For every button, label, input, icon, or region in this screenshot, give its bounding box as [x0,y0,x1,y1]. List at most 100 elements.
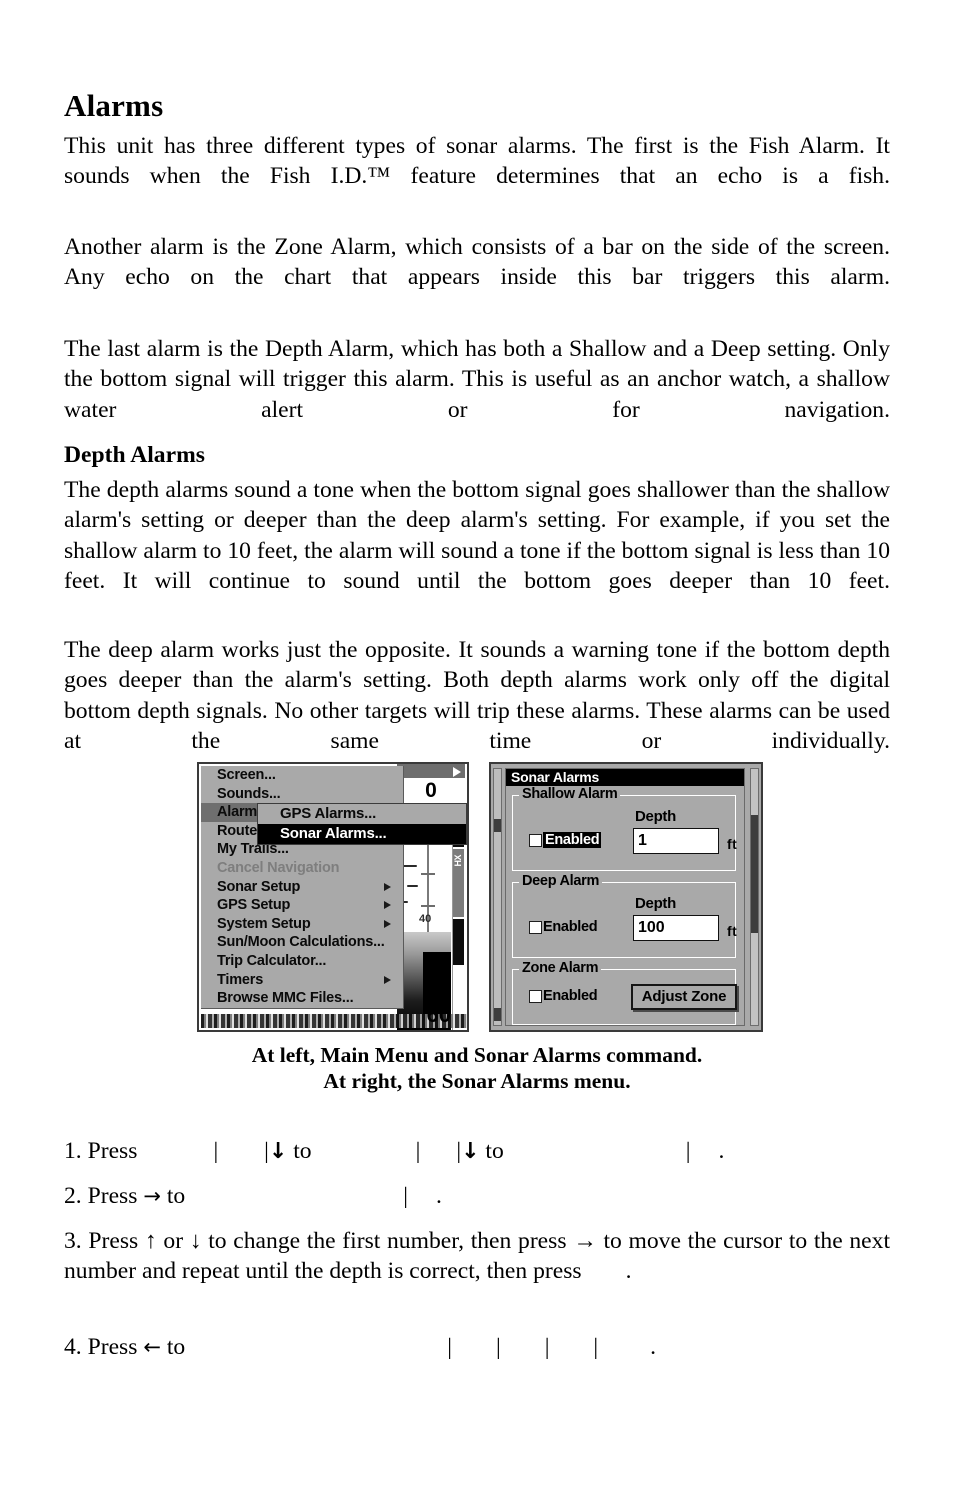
deep-alarm-group-label: Deep Alarm [519,873,603,889]
section-subheading: Depth Alarms [64,442,205,468]
step-4-pipe-2: | [495,1334,501,1360]
step-4-pipe-1: | [447,1334,452,1360]
play-triangle-icon [453,767,461,777]
scrollbar-thumb[interactable] [751,815,758,933]
submenu-item-sonar-alarms[interactable]: Sonar Alarms... [258,824,466,844]
menu-item-system-setup[interactable]: System Setup [201,915,403,934]
submenu-item-label: Sonar Alarms... [280,825,387,842]
step-1-to-2: to [485,1138,504,1164]
caption-line-2: At right, the Sonar Alarms menu. [323,1069,631,1093]
menu-item-browse-mmc-files[interactable]: Browse MMC Files... [201,989,403,1008]
shallow-depth-unit: ft [727,836,738,852]
menu-item-sounds[interactable]: Sounds... [201,785,403,804]
left-rail-knob[interactable] [494,819,501,832]
sonar-depth-reading: 0 [397,778,465,805]
scale-label-40: 40 [419,913,432,925]
right-screenshot-sonar-alarms: Sonar Alarms Shallow Alarm Depth Enabled… [489,762,763,1032]
shallow-depth-caption: Depth [635,808,676,825]
zone-enabled-checkbox-row[interactable]: Enabled [529,988,598,1004]
arrow-down-icon: ↓ [461,1139,480,1164]
step-2-period: . [435,1183,442,1209]
paragraph-4: The depth alarms sound a tone when the b… [64,477,890,594]
caption-line-1: At left, Main Menu and Sonar Alarms comm… [251,1043,703,1067]
menu-item-label: System Setup [217,915,311,932]
chevron-right-icon [384,975,391,984]
sonar-alarms-dialog: Sonar Alarms Shallow Alarm Depth Enabled… [505,768,745,1026]
menu-item-sonar-setup[interactable]: Sonar Setup [201,878,403,897]
step-2-number: 2. [64,1183,82,1209]
paragraph-3: The last alarm is the Depth Alarm, which… [64,336,890,423]
step-4-pipe-3: | [544,1334,550,1360]
page-title: Alarms [64,88,164,123]
deep-alarm-group: Deep Alarm Depth Enabled 100 ft [512,873,738,958]
step-1-pipe-1: | [213,1138,219,1164]
menu-item-gps-setup[interactable]: GPS Setup [201,896,403,915]
step-1-pipe-3: | [415,1138,421,1164]
fish-alarm-label: Fish Alarm [542,1031,613,1032]
arrow-down-icon: ↓ [268,1139,288,1164]
arrow-left-icon: ← [143,1335,161,1359]
fish-alarm-checkbox-row[interactable]: Fish Alarm [528,1031,613,1032]
deep-depth-caption: Depth [635,895,676,912]
step-1: 1. Press | |↓ to | |↓ to |. [64,1136,890,1167]
step-1-period: . [718,1138,725,1164]
step-1-pipe-5: | [685,1138,691,1164]
menu-item-timers[interactable]: Timers [201,971,403,990]
step-1-press: Press [87,1138,138,1164]
step-4: 4. Press ← to | | | |. [64,1332,890,1362]
arrow-right-icon: → [143,1184,161,1208]
step-4-to: to [166,1334,186,1360]
step-1-number: 1. [64,1138,82,1164]
shallow-alarm-group-label: Shallow Alarm [519,786,621,802]
adjust-zone-button[interactable]: Adjust Zone [631,984,737,1010]
paragraph-1: This unit has three different types of s… [64,133,890,190]
menu-item-label: Sonar Setup [217,878,301,895]
menu-item-label: Sun/Moon Calculations... [217,934,385,951]
step-4-period: . [650,1334,657,1360]
submenu-item-label: GPS Alarms... [280,805,377,822]
shallow-enabled-label: Enabled [543,832,602,848]
zone-alarm-group: Zone Alarm Enabled Adjust Zone [512,960,737,1025]
deep-enabled-checkbox-row[interactable]: Enabled [529,919,598,935]
zonebar-label-bottom: HX [453,855,463,867]
step-1-to-1: to [293,1138,312,1164]
submenu-item-gps-alarms[interactable]: GPS Alarms... [258,804,466,824]
menu-item-label: Timers [217,971,264,988]
zone-alarm-group-label: Zone Alarm [519,960,602,976]
step-3: 3. Press ↑ or ↓ to change the first numb… [64,1226,890,1287]
shallow-enabled-checkbox-row[interactable]: Enabled [529,832,602,848]
menu-item-label: Browse MMC Files... [217,990,354,1007]
shallow-depth-input[interactable]: 1 [633,828,719,854]
left-rail [493,768,502,1026]
dialog-scrollbar[interactable] [750,768,759,1026]
shallow-enabled-checkbox[interactable] [529,833,542,847]
chevron-right-icon [384,882,391,891]
step-2: 2. Press → to |. [64,1181,890,1211]
menu-item-label: GPS Setup [217,897,291,914]
figure-caption: At left, Main Menu and Sonar Alarms comm… [64,1042,890,1094]
menu-item-screen[interactable]: Screen... [201,766,403,785]
menu-item-cancel-navigation: Cancel Navigation [201,859,403,878]
step-2-to: to [166,1183,186,1209]
page-content: Alarms This unit has three different typ… [64,0,890,1487]
deep-depth-input[interactable]: 100 [633,915,719,941]
chevron-right-icon [384,920,391,929]
menu-item-label: Trip Calculator... [217,952,327,969]
chevron-right-icon [384,901,391,910]
deep-enabled-checkbox[interactable] [529,920,542,934]
deep-enabled-label: Enabled [543,919,598,935]
step-3-number: 3. [64,1228,82,1254]
menu-item-label: Cancel Navigation [217,859,340,876]
zone-enabled-checkbox[interactable] [529,989,542,1003]
shallow-alarm-group: Shallow Alarm Depth Enabled 1 ft [512,786,738,871]
sonar-scale-label-60: 60 [426,1002,451,1027]
menu-item-sun-moon-calculations[interactable]: Sun/Moon Calculations... [201,933,403,952]
menu-item-label: Sounds... [217,785,281,802]
left-rail-knob-bottom[interactable] [494,1008,501,1021]
step-2-press: Press [87,1183,138,1209]
step-3-period: . [625,1258,632,1285]
alarms-submenu-panel: GPS Alarms... Sonar Alarms... [257,803,467,845]
menu-item-trip-calculator[interactable]: Trip Calculator... [201,952,403,971]
deep-depth-unit: ft [727,923,738,939]
step-4-press: Press [87,1334,138,1360]
